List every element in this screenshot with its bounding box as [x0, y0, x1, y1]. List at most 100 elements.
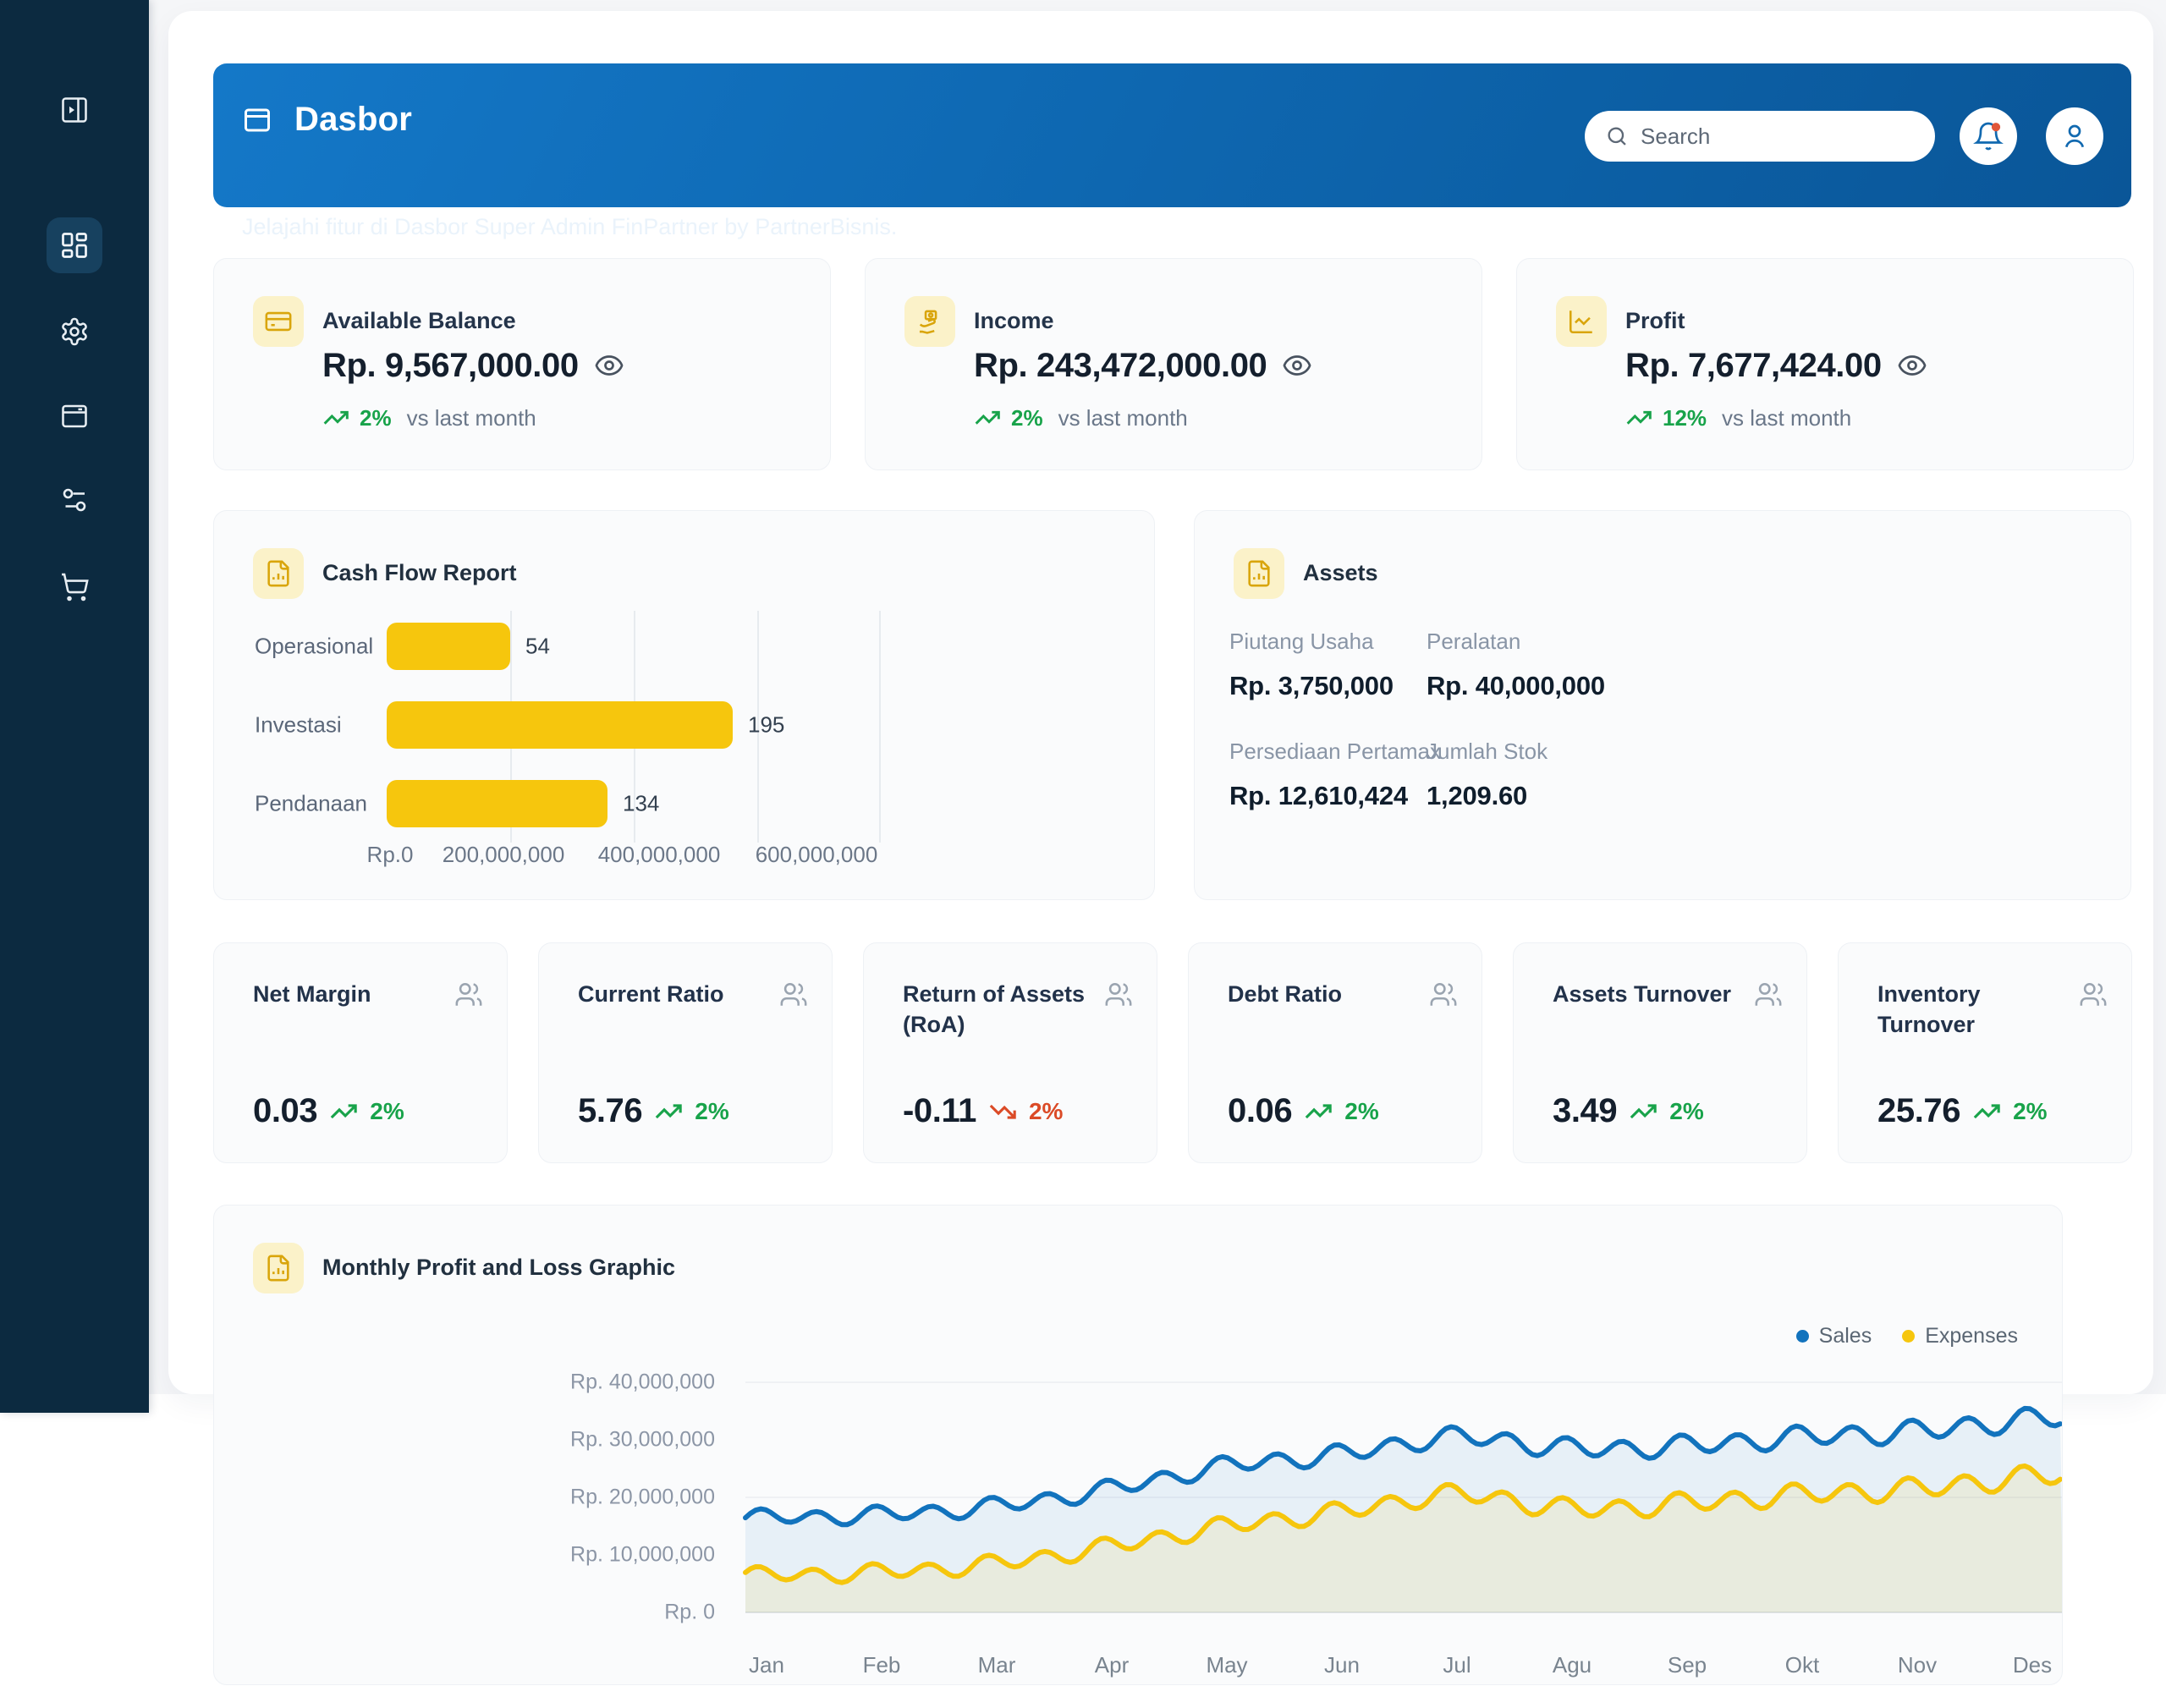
- trending-up-icon: [654, 1097, 683, 1126]
- trend-label: vs last month: [1058, 405, 1188, 431]
- x-axis-tick: Jun: [1324, 1652, 1360, 1678]
- x-axis-tick: 400,000,000: [598, 842, 721, 868]
- asset-label: Peralatan: [1427, 629, 1520, 655]
- x-axis-tick: Okt: [1785, 1652, 1819, 1678]
- bar: [387, 623, 510, 670]
- stat-card-income: Income Rp. 243,472,000.00 2% vs last mon…: [865, 258, 1482, 470]
- billing-window-icon[interactable]: [59, 401, 90, 431]
- kpi-row: Net Margin 0.03 2% Current Ratio: [213, 942, 2132, 1163]
- x-axis-tick: Apr: [1095, 1652, 1129, 1678]
- eye-icon[interactable]: [594, 350, 624, 381]
- stat-card-available-balance: Available Balance Rp. 9,567,000.00 2% vs…: [213, 258, 831, 470]
- kpi-card: Inventory Turnover 25.76 2%: [1838, 942, 2132, 1163]
- trending-up-icon: [322, 404, 349, 431]
- kpi-value: 3.49: [1553, 1092, 1617, 1130]
- kpi-title: Debt Ratio: [1228, 979, 1422, 1009]
- x-axis-tick: May: [1206, 1652, 1247, 1678]
- bar-category: Operasional: [255, 634, 373, 660]
- sidebar: [0, 0, 149, 1413]
- users-icon: [1754, 980, 1783, 1009]
- user-icon: [2059, 121, 2090, 151]
- stat-card-profit: Profit Rp. 7,677,424.00 12% vs last mont…: [1516, 258, 2134, 470]
- bar: [387, 701, 733, 749]
- trending-up-icon: [974, 404, 1001, 431]
- preferences-sliders-icon[interactable]: [59, 485, 90, 515]
- trend-percent: 2%: [1011, 405, 1043, 431]
- kpi-value: 0.03: [253, 1092, 317, 1130]
- assets-title: Assets: [1303, 560, 1378, 586]
- kpi-percent: 2%: [1029, 1098, 1063, 1125]
- stat-value: Rp. 7,677,424.00: [1625, 347, 1882, 385]
- kpi-card: Return of Assets (RoA) -0.11 2%: [863, 942, 1157, 1163]
- x-axis-tick: Nov: [1898, 1652, 1937, 1678]
- bell-icon: [1973, 121, 2004, 151]
- kpi-title: Net Margin: [253, 979, 448, 1009]
- kpi-card: Debt Ratio 0.06 2%: [1188, 942, 1482, 1163]
- monthly-profit-loss-card: Monthly Profit and Loss Graphic Sales Ex…: [213, 1205, 2063, 1685]
- file-chart-icon: [1245, 559, 1273, 588]
- y-axis-tick: Rp. 0: [529, 1601, 715, 1625]
- sidebar-item-dashboard[interactable]: [47, 217, 102, 273]
- trending-up-icon: [1972, 1097, 2001, 1126]
- bar-row-operasional: Operasional 54: [214, 623, 1154, 670]
- dashboard-page: Dasbor Jelajahi fitur di Dasbor Super Ad…: [0, 0, 2166, 1708]
- shopping-cart-icon[interactable]: [59, 572, 90, 602]
- assets-card: Assets Piutang Usaha Peralatan Rp. 3,750…: [1194, 510, 2131, 900]
- users-icon: [1429, 980, 1458, 1009]
- stat-value: Rp. 243,472,000.00: [974, 347, 1267, 385]
- trend-label: vs last month: [1722, 405, 1851, 431]
- page-title: Dasbor: [294, 101, 412, 139]
- stat-title: Profit: [1625, 308, 1685, 334]
- sidebar-toggle-icon[interactable]: [59, 95, 90, 125]
- kpi-title: Return of Assets (RoA): [903, 979, 1097, 1040]
- credit-card-icon: [264, 307, 293, 336]
- asset-label: Persediaan Pertamax: [1229, 739, 1441, 765]
- kpi-title: Inventory Turnover: [1877, 979, 2072, 1040]
- asset-label: Jumlah Stok: [1427, 739, 1548, 765]
- asset-value: Rp. 12,610,424: [1229, 781, 1408, 811]
- asset-value: Rp. 3,750,000: [1229, 671, 1394, 701]
- page-subtitle: Jelajahi fitur di Dasbor Super Admin Fin…: [242, 214, 897, 240]
- x-axis-tick: Agu: [1553, 1652, 1592, 1678]
- trend-percent: 2%: [360, 405, 392, 431]
- stat-value: Rp. 9,567,000.00: [322, 347, 579, 385]
- y-axis-tick: Rp. 20,000,000: [529, 1486, 715, 1510]
- kpi-percent: 2%: [695, 1098, 728, 1125]
- bar-value: 134: [623, 791, 659, 817]
- bar-value: 54: [525, 634, 550, 660]
- kpi-value: 0.06: [1228, 1092, 1292, 1130]
- file-chart-icon: [264, 559, 293, 588]
- kpi-percent: 2%: [2013, 1098, 2047, 1125]
- users-icon: [779, 980, 808, 1009]
- kpi-percent: 2%: [1344, 1098, 1378, 1125]
- x-axis-tick: Des: [2013, 1652, 2052, 1678]
- kpi-value: 5.76: [578, 1092, 642, 1130]
- kpi-card: Assets Turnover 3.49 2%: [1513, 942, 1807, 1163]
- trending-up-icon: [1304, 1097, 1333, 1126]
- kpi-card: Net Margin 0.03 2%: [213, 942, 508, 1163]
- eye-icon[interactable]: [1282, 350, 1312, 381]
- y-axis-tick: Rp. 40,000,000: [529, 1370, 715, 1395]
- users-icon: [454, 980, 483, 1009]
- users-icon: [2079, 980, 2108, 1009]
- stat-title: Available Balance: [322, 308, 516, 334]
- profile-button[interactable]: [2046, 107, 2103, 165]
- x-axis-tick: 600,000,000: [756, 842, 878, 868]
- kpi-percent: 2%: [370, 1098, 404, 1125]
- stat-title: Income: [974, 308, 1054, 334]
- notifications-button[interactable]: [1960, 107, 2017, 165]
- eye-icon[interactable]: [1897, 350, 1927, 381]
- search-input[interactable]: [1641, 124, 1915, 150]
- trending-up-icon: [1629, 1097, 1657, 1126]
- y-axis-tick: Rp. 10,000,000: [529, 1543, 715, 1568]
- asset-value: 1,209.60: [1427, 781, 1527, 811]
- trend-percent: 12%: [1663, 405, 1707, 431]
- search-box[interactable]: [1585, 111, 1935, 162]
- users-icon: [1104, 980, 1133, 1009]
- hand-coins-icon: [915, 307, 944, 336]
- bar-row-pendanaan: Pendanaan 134: [214, 780, 1154, 827]
- bar-category: Pendanaan: [255, 791, 367, 817]
- trending-down-icon: [988, 1097, 1017, 1126]
- dashboard-grid-icon: [59, 230, 90, 261]
- settings-gear-icon[interactable]: [59, 316, 90, 347]
